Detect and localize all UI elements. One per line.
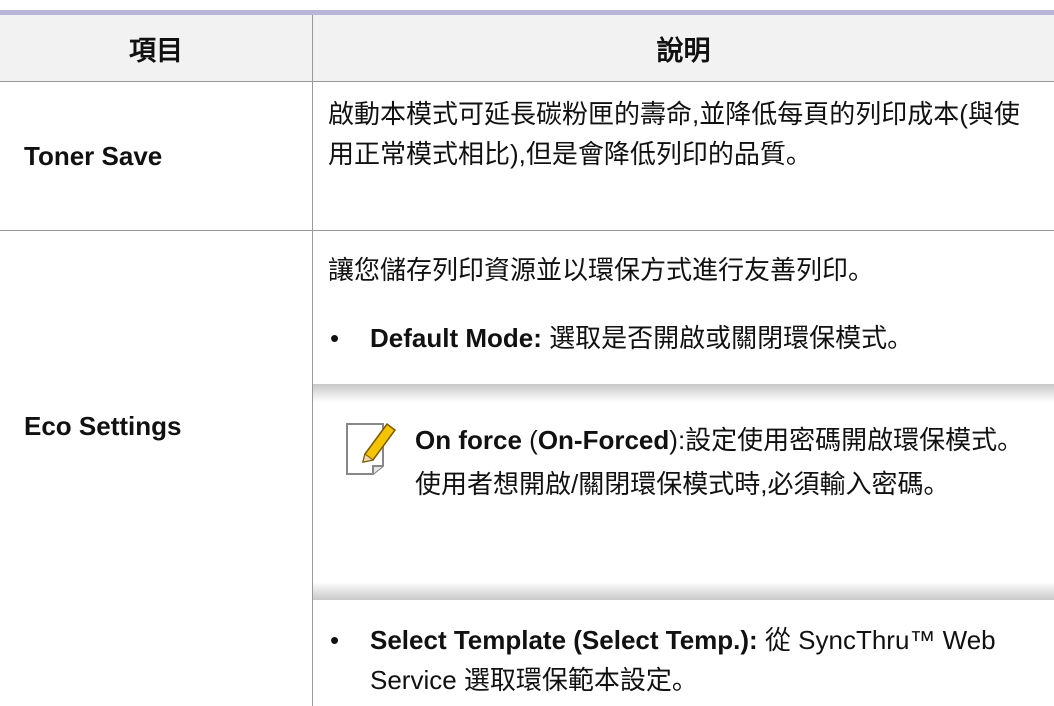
select-template-label: Select Template (Select Temp.): bbox=[370, 625, 758, 655]
column-divider bbox=[312, 15, 313, 706]
note-pencil-icon bbox=[346, 422, 397, 475]
header-description: 說明 bbox=[656, 35, 711, 66]
table-row-toner-save-desc: 啟動本模式可延長碳粉匣的壽命,並降低每頁的列印成本(與使用正常模式相比),但是會… bbox=[328, 99, 1020, 169]
eco-settings-label: Eco Settings bbox=[24, 411, 182, 441]
table-header-row: 項目 說明 bbox=[0, 15, 1054, 81]
note-top-border bbox=[313, 384, 1054, 402]
table-row-eco-settings-item: Eco Settings bbox=[0, 231, 312, 706]
note-box: On force (On-Forced):設定使用密碼開啟環保模式。使用者想開啟… bbox=[313, 384, 1054, 600]
eco-settings-intro: 讓您儲存列印資源並以環保方式進行友善列印。 bbox=[328, 255, 875, 285]
table-row-toner-save-item: Toner Save bbox=[24, 140, 163, 171]
header-item: 項目 bbox=[129, 35, 183, 66]
note-text: On force (On-Forced):設定使用密碼開啟環保模式。使用者想開啟… bbox=[415, 425, 1024, 499]
default-mode-text: 選取是否開啟或關閉環保模式。 bbox=[541, 323, 914, 353]
bullet-dot: • bbox=[330, 323, 340, 353]
default-mode-label: Default Mode: bbox=[370, 323, 542, 353]
bullet-dot: • bbox=[330, 625, 340, 655]
note-bottom-border bbox=[313, 582, 1054, 600]
